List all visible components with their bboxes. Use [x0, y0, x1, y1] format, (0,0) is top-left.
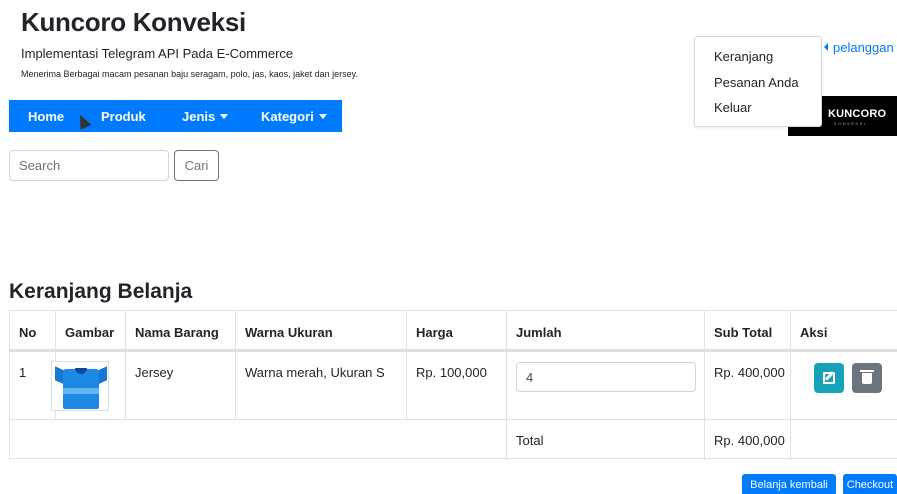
cart-title: Keranjang Belanja [9, 280, 193, 303]
table-border [506, 310, 507, 460]
table-row: 1 Jersey Warna merah, Ukuran S Rp. 100,0… [9, 351, 897, 419]
total-row: Total Rp. 400,000 [9, 419, 897, 459]
site-title: Kuncoro Konveksi [21, 7, 246, 37]
edit-icon [823, 372, 835, 384]
jersey-image [51, 361, 109, 411]
nav-jenis-label: Jenis [182, 109, 216, 124]
logo-text: KUNCORO [828, 108, 887, 120]
header-jumlah: Jumlah [516, 325, 562, 340]
row-price: Rp. 100,000 [416, 365, 487, 380]
table-border [9, 310, 10, 460]
dropdown-item-keluar[interactable]: Keluar [714, 100, 752, 115]
nav-kategori-label: Kategori [261, 109, 314, 124]
table-header-row: No Gambar Nama Barang Warna Ukuran Harga… [9, 310, 897, 351]
total-label: Total [516, 433, 544, 448]
header-no: No [19, 325, 37, 340]
table-border [235, 310, 236, 419]
quantity-input[interactable] [516, 362, 696, 392]
nav-jenis-dropdown[interactable]: Jenis [182, 109, 229, 124]
row-name: Jersey [135, 365, 174, 380]
user-dropdown-menu: Keranjang Pesanan Anda Keluar [694, 36, 822, 127]
caret-left-icon [824, 43, 828, 51]
table-border [704, 310, 705, 460]
header-nama-barang: Nama Barang [135, 325, 219, 340]
header-sub-total: Sub Total [714, 325, 773, 340]
logo-subtext: KONVEKSI [834, 121, 867, 126]
delete-button[interactable] [852, 363, 882, 393]
site-description: Menerima Berbagai macam pesanan baju ser… [21, 69, 359, 79]
row-color-size: Warna merah, Ukuran S [245, 365, 385, 380]
caret-down-icon [220, 114, 229, 119]
jersey-stripe [63, 388, 99, 394]
caret-down-icon [318, 114, 327, 119]
header-aksi: Aksi [800, 325, 828, 340]
header-harga: Harga [416, 325, 453, 340]
nav-home[interactable]: Home [28, 109, 64, 124]
header-gambar: Gambar [65, 325, 115, 340]
nav-kategori-dropdown[interactable]: Kategori [261, 109, 327, 124]
total-value: Rp. 400,000 [714, 433, 785, 448]
search-button[interactable]: Cari [174, 150, 219, 181]
main-navbar: Home Produk Jenis Kategori [9, 100, 342, 132]
dropdown-item-keranjang[interactable]: Keranjang [714, 49, 773, 64]
edit-button[interactable] [814, 363, 844, 393]
row-no: 1 [19, 365, 27, 380]
site-subtitle: Implementasi Telegram API Pada E-Commerc… [21, 46, 294, 61]
checkout-button[interactable]: Checkout [843, 474, 897, 494]
header-warna-ukuran: Warna Ukuran [245, 325, 333, 340]
search-input[interactable] [9, 150, 169, 181]
dropdown-item-pesanan-anda[interactable]: Pesanan Anda [714, 75, 799, 90]
table-border [790, 310, 791, 460]
user-menu-toggle[interactable]: pelanggan [824, 40, 894, 55]
nav-produk[interactable]: Produk [101, 109, 146, 124]
table-border [406, 310, 407, 419]
user-menu-label: pelanggan [833, 40, 894, 55]
continue-shopping-button[interactable]: Belanja kembali [742, 474, 836, 494]
row-subtotal: Rp. 400,000 [714, 365, 785, 380]
trash-icon [860, 370, 874, 384]
table-border [125, 310, 126, 419]
